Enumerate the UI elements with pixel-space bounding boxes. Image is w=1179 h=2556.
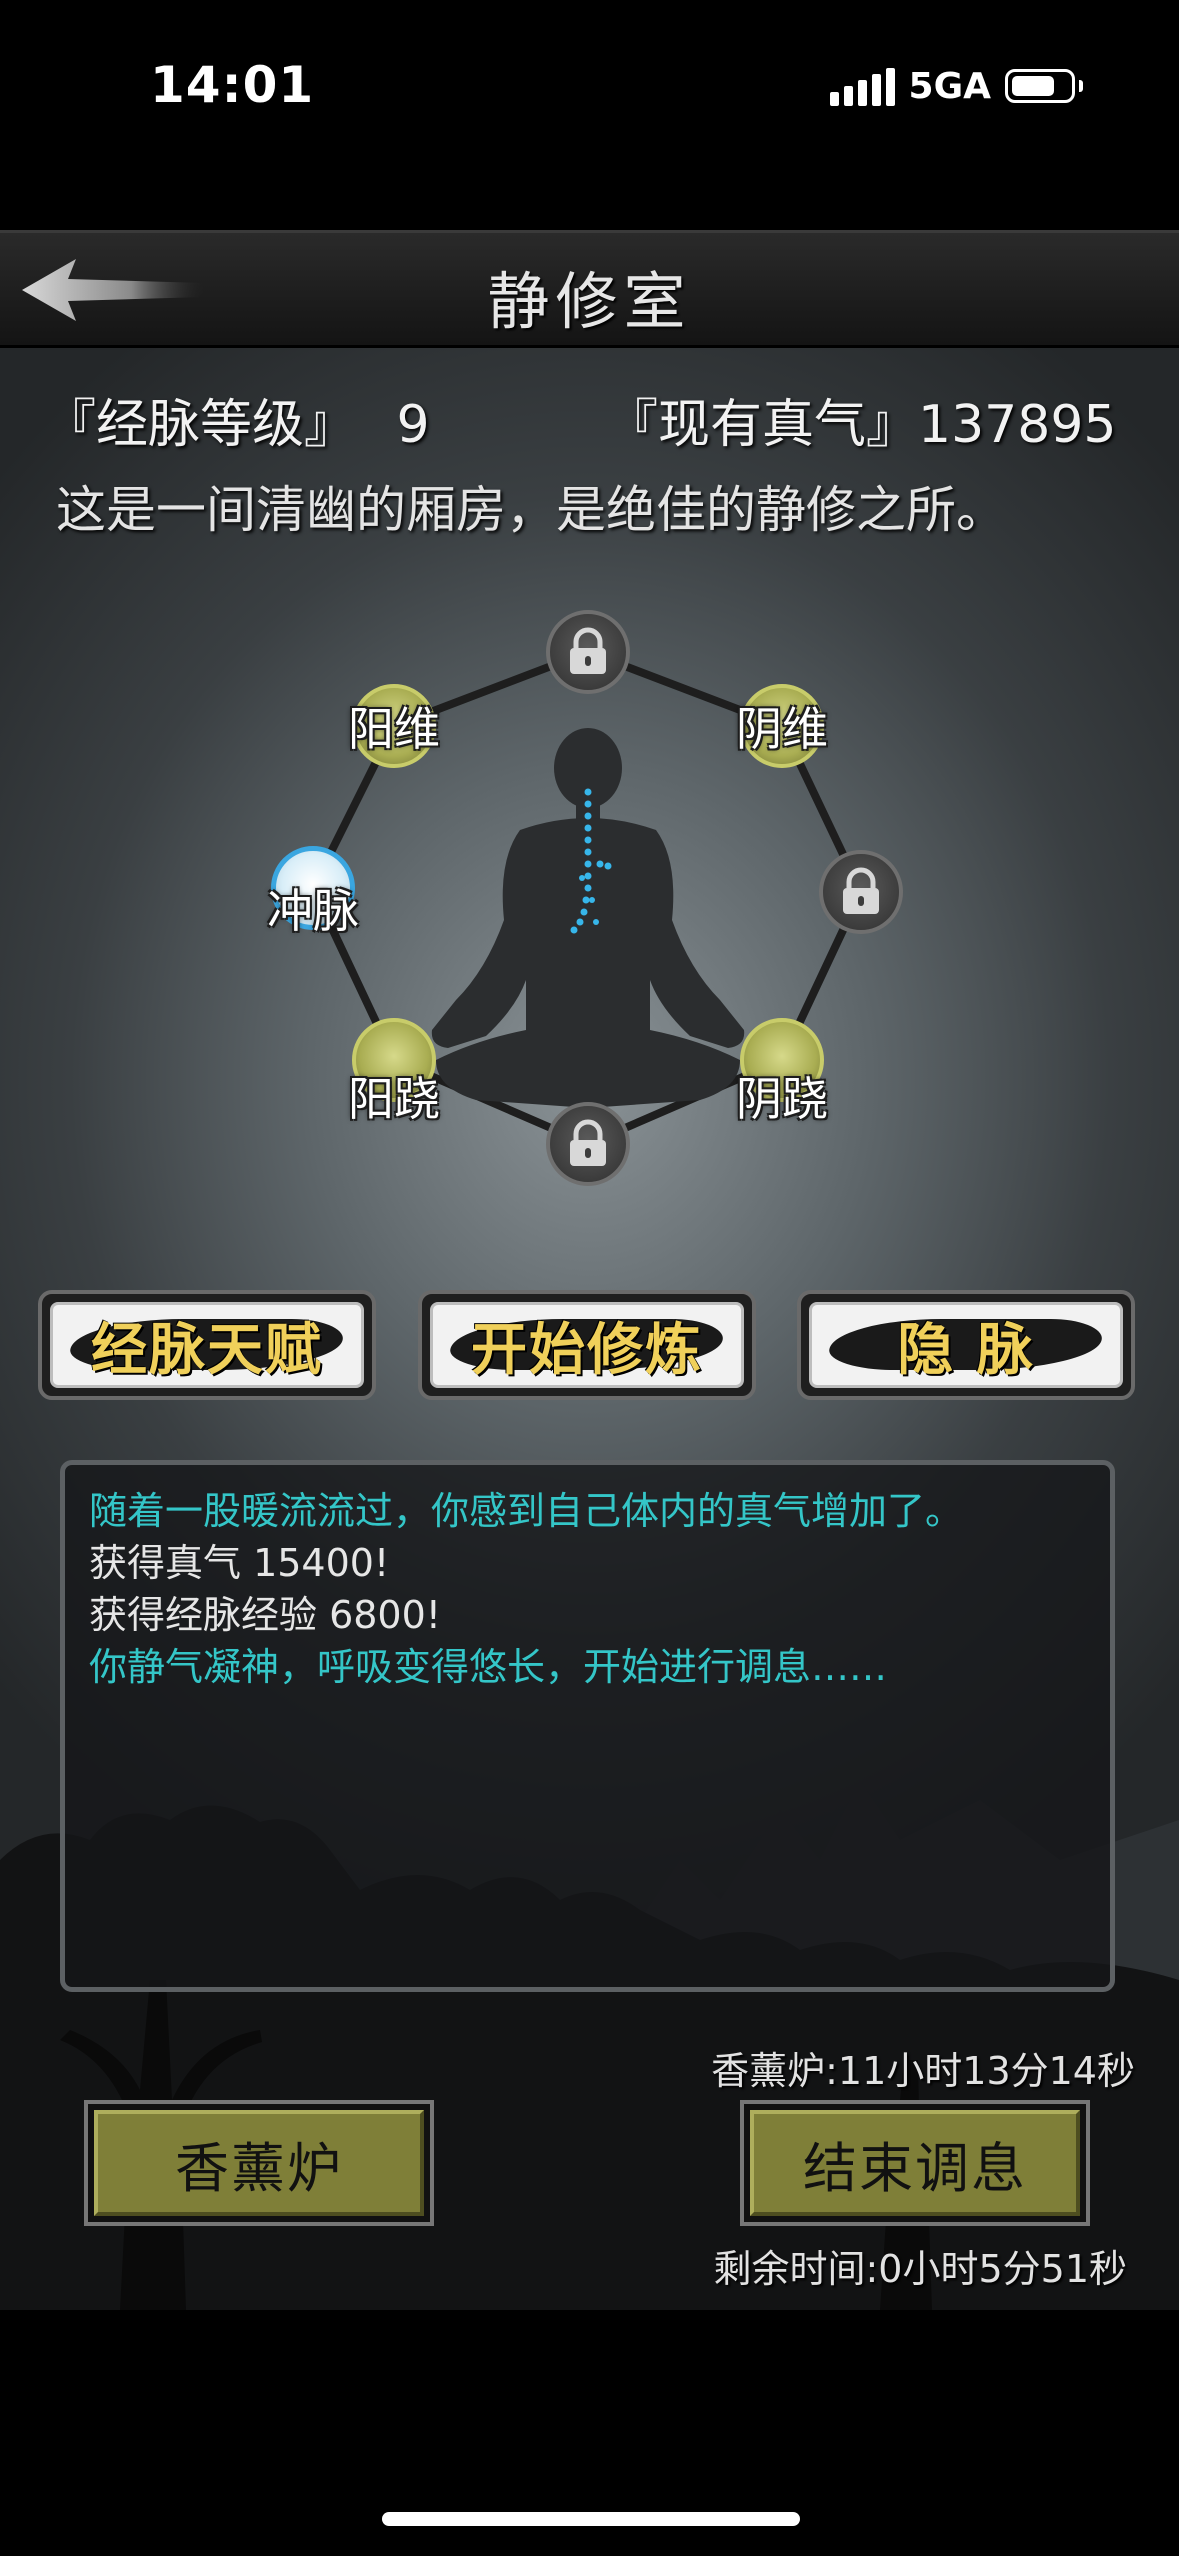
meridian-talent-label: 经脉天赋	[91, 1317, 323, 1383]
meridian-node-bottom-locked[interactable]	[546, 1102, 630, 1186]
meridian-node-right-locked[interactable]	[819, 850, 903, 934]
lock-icon	[570, 627, 606, 674]
battery-tip	[1079, 80, 1083, 92]
remaining-time: 剩余时间:0小时5分51秒	[713, 2247, 1127, 2291]
status-icons: 5GA	[829, 64, 1083, 108]
status-time: 14:01	[150, 56, 315, 114]
meridian-label-yinwei: 阴维	[736, 702, 828, 756]
home-indicator[interactable]	[382, 2512, 800, 2526]
current-qi-value: 137895	[918, 395, 1117, 455]
current-qi: 『现有真气』137895	[606, 382, 1117, 457]
page-title: 静修室	[487, 265, 692, 338]
signal-icon	[829, 66, 895, 106]
message-log[interactable]: 随着一股暖流流过，你感到自己体内的真气增加了。 获得真气 15400! 获得经脉…	[60, 1460, 1115, 1992]
meridian-label-yangqiao: 阳跷	[348, 1072, 440, 1126]
log-line: 你静气凝神，呼吸变得悠长，开始进行调息……	[89, 1645, 888, 1689]
meridian-label-chongmai: 冲脉	[267, 884, 359, 938]
meridian-node-top-locked[interactable]	[546, 610, 630, 694]
start-cultivation-button[interactable]: 开始修炼	[418, 1290, 756, 1400]
incense-timer: 香薰炉:11小时13分14秒	[711, 2049, 1135, 2093]
start-cultivation-label: 开始修炼	[471, 1317, 703, 1383]
meditating-figure	[431, 728, 745, 1108]
meridian-label-yangwei: 阳维	[348, 702, 440, 756]
lock-icon	[843, 867, 879, 914]
lock-icon	[570, 1119, 606, 1166]
hidden-meridian-button[interactable]: 隐 脉	[797, 1290, 1135, 1400]
meridian-level: 『经脉等级』 9	[44, 382, 430, 457]
battery-icon	[1005, 69, 1075, 103]
incense-burner-label: 香薰炉	[175, 2136, 343, 2200]
log-line: 随着一股暖流流过，你感到自己体内的真气增加了。	[89, 1489, 964, 1533]
meridian-label-yinqiao: 阴跷	[736, 1072, 828, 1126]
log-line: 获得经脉经验 6800!	[89, 1593, 442, 1637]
meditation-room-panel: 静修室 『经脉等级』 9 『现有真气』137895 这是一间清幽的厢房，是绝佳的…	[0, 230, 1179, 2310]
current-qi-label: 『现有真气』	[606, 395, 919, 455]
log-line: 获得真气 15400!	[89, 1541, 390, 1585]
meridian-level-label: 『经脉等级』	[44, 395, 357, 455]
meridian-level-value: 9	[396, 395, 430, 455]
meridian-talent-button[interactable]: 经脉天赋	[38, 1290, 376, 1400]
header-bar: 静修室	[0, 230, 1179, 348]
end-rest-label: 结束调息	[803, 2136, 1027, 2200]
network-type: 5GA	[908, 65, 991, 107]
incense-burner-button[interactable]: 香薰炉	[84, 2100, 434, 2226]
room-description: 这是一间清幽的厢房，是绝佳的静修之所。	[56, 481, 1006, 539]
end-rest-button[interactable]: 结束调息	[740, 2100, 1090, 2226]
hidden-meridian-label: 隐 脉	[897, 1317, 1035, 1383]
